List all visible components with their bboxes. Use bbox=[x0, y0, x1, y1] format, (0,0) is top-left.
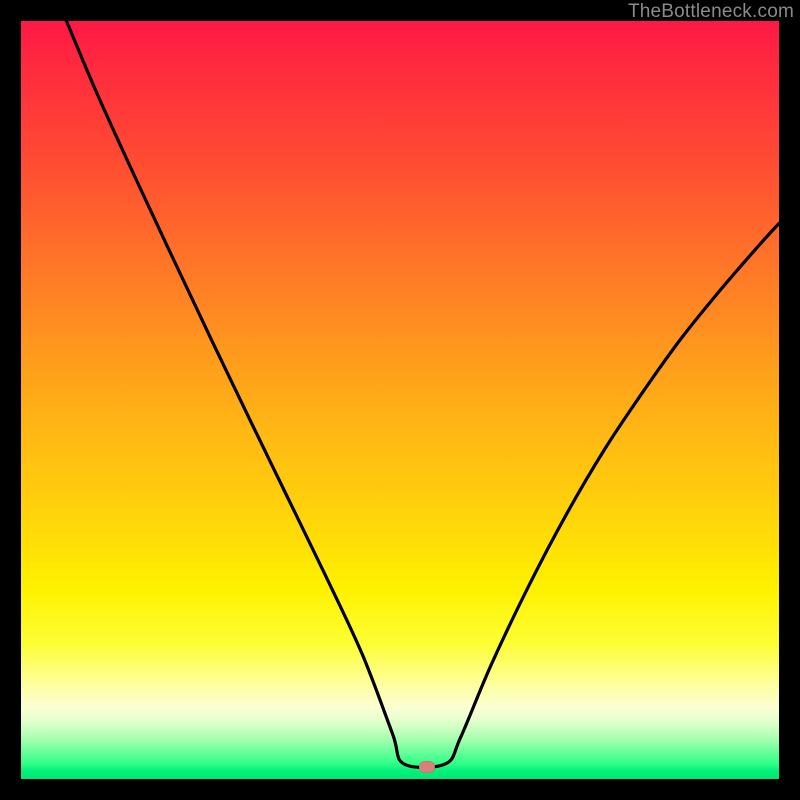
chart-frame: TheBottleneck.com bbox=[0, 0, 800, 800]
watermark-text: TheBottleneck.com bbox=[628, 1, 794, 23]
plot-area bbox=[21, 21, 779, 779]
bottleneck-curve bbox=[21, 21, 779, 779]
curve-minimum-marker bbox=[419, 761, 435, 773]
